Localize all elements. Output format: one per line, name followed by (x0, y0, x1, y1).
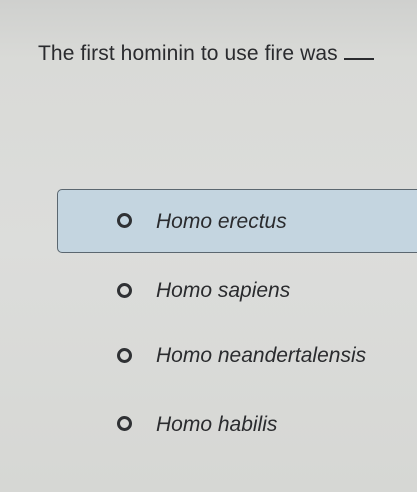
radio-button-icon[interactable] (117, 283, 132, 298)
option-homo-erectus[interactable]: Homo erectus (0, 189, 417, 253)
option-homo-sapiens[interactable]: Homo sapiens (0, 258, 417, 322)
question-text: The first hominin to use fire was (38, 42, 374, 66)
option-label: Homo sapiens (156, 279, 291, 302)
radio-button-icon[interactable] (117, 416, 132, 431)
quiz-screen: The first hominin to use fire was Homo e… (0, 0, 417, 492)
option-label: Homo erectus (156, 210, 287, 233)
radio-button-icon[interactable] (117, 348, 132, 363)
radio-button-icon[interactable] (117, 213, 132, 228)
option-homo-neandertalensis[interactable]: Homo neandertalensis (0, 324, 417, 388)
answer-blank (343, 57, 374, 60)
option-label: Homo neandertalensis (156, 344, 367, 367)
question-label: The first hominin to use fire was (38, 42, 338, 65)
option-homo-habilis[interactable]: Homo habilis (0, 393, 417, 457)
option-label: Homo habilis (156, 413, 278, 436)
